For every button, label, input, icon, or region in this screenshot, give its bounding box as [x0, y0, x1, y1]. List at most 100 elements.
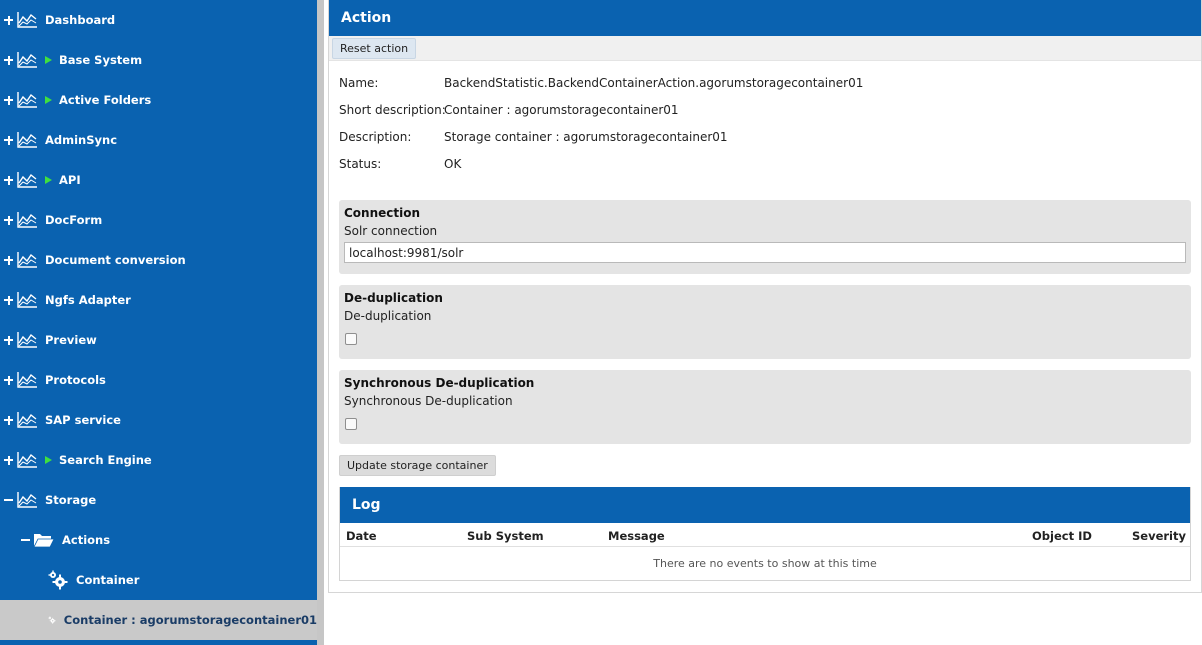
- statistics-chart-icon: [17, 492, 37, 508]
- property-value: Container : agorumstoragecontainer01: [444, 103, 679, 117]
- statistics-chart-icon: [17, 212, 37, 228]
- statistics-chart-icon: [17, 292, 37, 308]
- sidebar-item-document-conversion[interactable]: Document conversion: [0, 240, 317, 280]
- section-title: Synchronous De-duplication: [344, 376, 535, 390]
- sidebar-item-label: AdminSync: [45, 133, 118, 147]
- log-title: Log: [340, 487, 1190, 523]
- sidebar-item-container[interactable]: Container: [0, 560, 317, 600]
- sidebar-item-label: API: [59, 173, 81, 187]
- sync-deduplication-section: Synchronous De-duplication Synchronous D…: [339, 370, 1191, 444]
- sidebar-item-docform[interactable]: DocForm: [0, 200, 317, 240]
- expand-icon[interactable]: [4, 414, 14, 426]
- section-title: Connection: [344, 206, 421, 220]
- sidebar-item-base-system[interactable]: Base System: [0, 40, 317, 80]
- sidebar-item-ngfs-adapter[interactable]: Ngfs Adapter: [0, 280, 317, 320]
- field-label: Synchronous De-duplication: [344, 394, 513, 408]
- statistics-chart-icon: [17, 172, 37, 188]
- status-value: OK: [444, 157, 462, 171]
- expand-icon[interactable]: [4, 374, 14, 386]
- statistics-chart-icon: [17, 412, 37, 428]
- property-value: BackendStatistic.BackendContainerAction.…: [444, 76, 864, 90]
- column-header-severity[interactable]: Severity: [1132, 529, 1186, 543]
- sync-deduplication-checkbox[interactable]: [345, 418, 357, 430]
- deduplication-checkbox[interactable]: [345, 333, 357, 345]
- collapse-icon[interactable]: [21, 534, 31, 546]
- sidebar-item-label: Container : agorumstoragecontainer01: [63, 613, 317, 627]
- field-label: Solr connection: [344, 224, 438, 238]
- log-grid: Log Date Sub System Message Object ID Se…: [339, 487, 1191, 581]
- expand-icon[interactable]: [4, 254, 14, 266]
- expand-icon[interactable]: [4, 94, 14, 106]
- statistics-chart-icon: [17, 332, 37, 348]
- sidebar-item-label: Preview: [45, 333, 97, 347]
- statistics-chart-icon: [17, 132, 37, 148]
- expand-icon[interactable]: [4, 214, 14, 226]
- sidebar-item-label: SAP service: [45, 413, 121, 427]
- sidebar-item-label: Dashboard: [45, 13, 116, 27]
- action-title: Action: [329, 0, 1201, 36]
- sidebar-item-storage[interactable]: Storage: [0, 480, 317, 520]
- status-arrow-icon: [45, 56, 52, 64]
- expand-icon[interactable]: [4, 334, 14, 346]
- statistics-chart-icon: [17, 452, 37, 468]
- section-title: De-duplication: [344, 291, 443, 305]
- open-folder-icon: [33, 534, 55, 548]
- statistics-chart-icon: [17, 12, 37, 28]
- expand-icon[interactable]: [4, 454, 14, 466]
- column-header-object-id[interactable]: Object ID: [1032, 529, 1092, 543]
- sidebar-item-label: Container: [76, 573, 140, 587]
- expand-icon[interactable]: [4, 54, 14, 66]
- deduplication-section: De-duplication De-duplication: [339, 285, 1191, 359]
- solr-connection-input[interactable]: [344, 242, 1186, 263]
- status-arrow-icon: [45, 176, 52, 184]
- sidebar-item-container-selected[interactable]: Container : agorumstoragecontainer01: [0, 600, 317, 640]
- statistics-chart-icon: [17, 252, 37, 268]
- property-label: Short description:: [339, 103, 446, 117]
- field-label: De-duplication: [344, 309, 432, 323]
- update-storage-container-button[interactable]: Update storage container: [339, 455, 496, 476]
- sidebar-item-protocols[interactable]: Protocols: [0, 360, 317, 400]
- action-panel: Action Reset action Name: BackendStatist…: [328, 0, 1202, 593]
- column-header-date[interactable]: Date: [346, 529, 377, 543]
- app-window: Dashboard Base System Active Folders AdminS…: [0, 0, 1202, 645]
- expand-icon[interactable]: [4, 134, 14, 146]
- collapse-icon[interactable]: [4, 494, 14, 506]
- property-value: Storage container : agorumstoragecontain…: [444, 130, 728, 144]
- expand-icon[interactable]: [4, 174, 14, 186]
- connection-section: Connection Solr connection: [339, 200, 1191, 274]
- sidebar-item-label: Base System: [59, 53, 143, 67]
- property-label: Name:: [339, 76, 379, 90]
- sidebar-item-search-engine[interactable]: Search Engine: [0, 440, 317, 480]
- status-arrow-icon: [45, 96, 52, 104]
- status-arrow-icon: [45, 456, 52, 464]
- column-header-sub-system[interactable]: Sub System: [467, 529, 544, 543]
- statistics-chart-icon: [17, 92, 37, 108]
- property-label: Description:: [339, 130, 412, 144]
- property-label: Status:: [339, 157, 382, 171]
- expand-icon[interactable]: [4, 14, 14, 26]
- sidebar-item-adminsync[interactable]: AdminSync: [0, 120, 317, 160]
- sidebar: Dashboard Base System Active Folders AdminS…: [0, 0, 317, 645]
- log-column-headers: Date Sub System Message Object ID Severi…: [340, 523, 1190, 547]
- toolbar: Reset action: [329, 36, 1201, 61]
- sidebar-item-active-folders[interactable]: Active Folders: [0, 80, 317, 120]
- sidebar-item-label: Actions: [62, 533, 111, 547]
- expand-icon[interactable]: [4, 294, 14, 306]
- sidebar-item-label: Protocols: [45, 373, 106, 387]
- gears-icon: [48, 616, 56, 624]
- sidebar-item-label: Storage: [45, 493, 97, 507]
- sidebar-item-preview[interactable]: Preview: [0, 320, 317, 360]
- column-header-message[interactable]: Message: [608, 529, 665, 543]
- sidebar-item-dashboard[interactable]: Dashboard: [0, 0, 317, 40]
- sidebar-splitter[interactable]: [317, 0, 324, 645]
- sidebar-item-sap-service[interactable]: SAP service: [0, 400, 317, 440]
- sidebar-item-label: Document conversion: [45, 253, 186, 267]
- statistics-chart-icon: [17, 52, 37, 68]
- reset-action-button[interactable]: Reset action: [332, 37, 417, 59]
- log-empty-message: There are no events to show at this time: [653, 557, 877, 570]
- sidebar-item-actions[interactable]: Actions: [0, 520, 317, 560]
- sidebar-item-label: Search Engine: [59, 453, 152, 467]
- sidebar-item-api[interactable]: API: [0, 160, 317, 200]
- sidebar-item-label: Ngfs Adapter: [45, 293, 131, 307]
- sidebar-item-label: Active Folders: [59, 93, 152, 107]
